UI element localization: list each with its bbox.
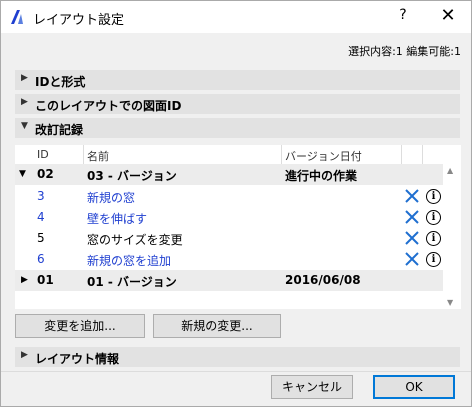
archicad-logo-icon	[11, 10, 23, 24]
table-group-row[interactable]: ▼ 02 03 - バージョン 進行中の作業	[15, 164, 443, 185]
cancel-button[interactable]: キャンセル	[271, 375, 353, 399]
row-name: 窓のサイズを変更	[87, 233, 183, 247]
vertical-scrollbar[interactable]: ▲ ▼	[443, 164, 461, 309]
chevron-right-icon: ▶	[21, 97, 28, 107]
column-divider	[401, 145, 402, 164]
info-icon[interactable]: i	[426, 231, 441, 246]
chevron-right-icon: ▶	[21, 73, 28, 83]
selection-info: 選択内容:1 編集可能:1	[348, 45, 461, 58]
add-change-button[interactable]: 変更を追加...	[15, 314, 145, 338]
info-icon[interactable]: i	[426, 252, 441, 267]
row-name: 新規の窓を追加	[87, 254, 172, 268]
section-revision[interactable]: ▼ 改訂記録	[15, 118, 460, 138]
window-title: レイアウト設定	[33, 13, 125, 28]
delete-x-icon[interactable]	[405, 189, 419, 203]
section-drawing-id[interactable]: ▶ このレイアウトでの図面ID	[15, 94, 460, 114]
close-button[interactable]: ✕	[433, 4, 463, 28]
help-button[interactable]: ?	[393, 7, 413, 23]
group-name: 03 - バージョン	[87, 169, 177, 183]
chevron-down-icon[interactable]: ▼	[19, 169, 26, 179]
table-group-row[interactable]: ▶ 01 01 - バージョン 2016/06/08	[15, 270, 443, 291]
group-id: 01	[37, 273, 54, 287]
group-id: 02	[37, 167, 54, 181]
revision-table: ID 名前 バージョン日付 ▼ 02 03 - バージョン 進行中の作業 3 新…	[15, 145, 461, 309]
row-name: 壁を伸ばす	[87, 212, 148, 226]
column-header-date[interactable]: バージョン日付	[285, 148, 362, 164]
group-date: 進行中の作業	[285, 169, 358, 183]
ok-button[interactable]: OK	[373, 375, 455, 399]
section-label: このレイアウトでの図面ID	[35, 99, 182, 113]
row-name: 新規の窓	[87, 191, 136, 205]
column-divider	[83, 145, 84, 164]
column-header-id[interactable]: ID	[37, 148, 49, 161]
row-id: 5	[37, 231, 45, 245]
column-divider	[422, 145, 423, 164]
new-change-button[interactable]: 新規の変更...	[153, 314, 281, 338]
row-id: 3	[37, 189, 45, 203]
table-header: ID 名前 バージョン日付	[15, 145, 461, 165]
group-date: 2016/06/08	[285, 273, 361, 287]
table-row[interactable]: 4 壁を伸ばす i	[15, 207, 443, 228]
scroll-down-icon[interactable]: ▼	[447, 298, 453, 307]
chevron-down-icon: ▼	[21, 121, 28, 131]
delete-x-icon[interactable]	[405, 252, 419, 266]
section-label: IDと形式	[35, 75, 86, 89]
table-row[interactable]: 3 新規の窓 i	[15, 186, 443, 207]
column-divider	[281, 145, 282, 164]
chevron-right-icon: ▶	[21, 350, 28, 360]
layout-settings-dialog: レイアウト設定 ? ✕ 選択内容:1 編集可能:1 ▶ IDと形式 ▶ このレイ…	[0, 0, 472, 407]
footer-divider	[1, 371, 471, 372]
row-id: 6	[37, 252, 45, 266]
section-label: 改訂記録	[35, 123, 84, 137]
section-layout-info[interactable]: ▶ レイアウト情報	[15, 347, 460, 367]
section-id-format[interactable]: ▶ IDと形式	[15, 70, 460, 90]
group-name: 01 - バージョン	[87, 275, 177, 289]
info-icon[interactable]: i	[426, 189, 441, 204]
title-bar: レイアウト設定 ? ✕	[1, 1, 471, 33]
table-row[interactable]: 5 窓のサイズを変更 i	[15, 228, 443, 249]
info-icon[interactable]: i	[426, 210, 441, 225]
column-header-name[interactable]: 名前	[87, 148, 109, 164]
row-id: 4	[37, 210, 45, 224]
chevron-right-icon[interactable]: ▶	[21, 275, 28, 285]
delete-x-icon[interactable]	[405, 210, 419, 224]
section-label: レイアウト情報	[35, 352, 120, 366]
table-row[interactable]: 6 新規の窓を追加 i	[15, 249, 443, 270]
scroll-up-icon[interactable]: ▲	[447, 166, 453, 175]
delete-x-icon[interactable]	[405, 231, 419, 245]
